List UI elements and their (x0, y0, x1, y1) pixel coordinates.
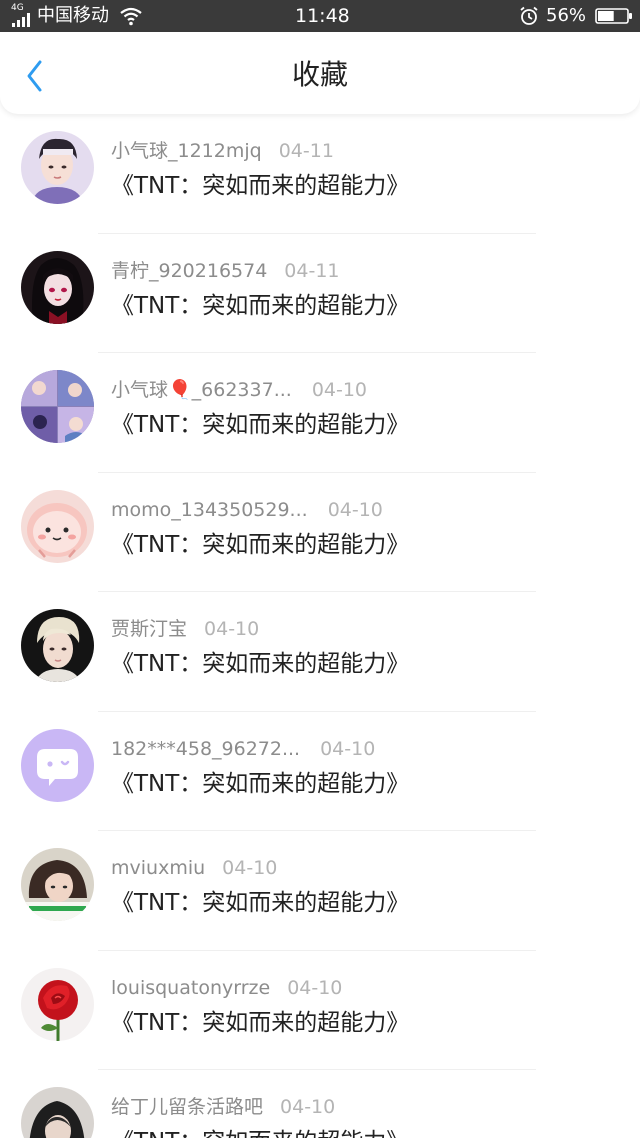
list-item[interactable]: 182***458_96272... 04-10 《TNT：突如而来的超能力》 (0, 712, 640, 831)
battery-percent: 56% (546, 5, 587, 26)
avatar[interactable] (21, 848, 94, 921)
username[interactable]: momo_134350529... (111, 497, 308, 523)
item-meta: 小气球🎈_662337... 04-10 (111, 377, 367, 403)
favorites-screen: 4G 中国移动 11:48 56% 收藏 小气球_1212mjq 04-11 《… (0, 0, 640, 1138)
alarm-icon (520, 6, 538, 25)
item-meta: 青柠_920216574 04-11 (111, 258, 340, 284)
work-title[interactable]: 《TNT：突如而来的超能力》 (111, 769, 409, 799)
wifi-icon (120, 7, 142, 26)
date: 04-11 (278, 140, 334, 162)
date: 04-10 (311, 379, 368, 401)
work-title[interactable]: 《TNT：突如而来的超能力》 (111, 1127, 409, 1138)
avatar[interactable] (21, 728, 94, 802)
username[interactable]: 小气球_1212mjq (111, 138, 262, 164)
battery-fill (598, 11, 614, 21)
item-meta: louisquatonyrrze 04-10 (111, 975, 342, 1001)
date: 04-10 (327, 498, 383, 521)
username[interactable]: mviuxmiu (111, 855, 205, 881)
item-meta: momo_134350529... 04-10 (111, 497, 383, 523)
work-title[interactable]: 《TNT：突如而来的超能力》 (111, 649, 409, 679)
work-title[interactable]: 《TNT：突如而来的超能力》 (111, 888, 409, 918)
battery-icon (595, 8, 632, 24)
username[interactable]: 182***458_96272... (111, 736, 300, 762)
avatar[interactable] (21, 1087, 94, 1138)
clock-time: 11:48 (295, 5, 350, 27)
date: 04-10 (280, 1096, 336, 1118)
work-title[interactable]: 《TNT：突如而来的超能力》 (111, 171, 409, 201)
carrier-name: 中国移动 (37, 5, 109, 26)
network-type: 4G (11, 3, 24, 13)
avatar[interactable] (21, 967, 94, 1041)
date: 04-11 (284, 259, 340, 282)
collage-photo-icon (21, 370, 94, 443)
date: 04-10 (222, 857, 278, 879)
favorites-list: 小气球_1212mjq 04-11 《TNT：突如而来的超能力》 青柠_9202… (0, 114, 640, 1138)
avatar[interactable] (21, 609, 94, 682)
date: 04-10 (320, 737, 376, 760)
page-title: 收藏 (291, 58, 348, 91)
username[interactable]: louisquatonyrrze (111, 975, 270, 1001)
work-title[interactable]: 《TNT：突如而来的超能力》 (111, 530, 409, 560)
username[interactable]: 小气球🎈_662337... (111, 377, 292, 403)
navigation-bar: 收藏 (0, 32, 640, 114)
avatar[interactable] (21, 131, 94, 204)
item-meta: 贾斯汀宝 04-10 (111, 616, 259, 642)
username[interactable]: 给丁儿留条活路吧 (111, 1094, 263, 1120)
hooded-figure-photo-icon (21, 1087, 94, 1138)
avatar[interactable] (21, 250, 94, 324)
work-title[interactable]: 《TNT：突如而来的超能力》 (111, 291, 409, 321)
list-item[interactable]: 青柠_920216574 04-11 《TNT：突如而来的超能力》 (0, 234, 640, 353)
cartoon-face-icon (21, 489, 94, 563)
item-meta: 小气球_1212mjq 04-11 (111, 138, 334, 164)
red-rose-photo-icon (21, 967, 94, 1041)
date: 04-10 (204, 618, 260, 640)
avatar[interactable] (21, 370, 94, 443)
signal-icon (12, 13, 32, 27)
work-title[interactable]: 《TNT：突如而来的超能力》 (111, 410, 409, 440)
username[interactable]: 贾斯汀宝 (111, 616, 187, 642)
list-item[interactable]: 贾斯汀宝 04-10 《TNT：突如而来的超能力》 (0, 592, 640, 712)
work-title[interactable]: 《TNT：突如而来的超能力》 (111, 1008, 409, 1038)
blond-boy-photo-icon (21, 609, 94, 682)
anime-girl-photo-icon (21, 250, 94, 324)
list-item[interactable]: mviuxmiu 04-10 《TNT：突如而来的超能力》 (0, 831, 640, 951)
list-item[interactable]: louisquatonyrrze 04-10 《TNT：突如而来的超能力》 (0, 951, 640, 1070)
list-item[interactable]: 小气球🎈_662337... 04-10 《TNT：突如而来的超能力》 (0, 353, 640, 473)
username[interactable]: 青柠_920216574 (111, 258, 267, 284)
item-meta: mviuxmiu 04-10 (111, 855, 277, 881)
date: 04-10 (287, 976, 343, 999)
list-item[interactable]: 给丁儿留条活路吧 04-10 《TNT：突如而来的超能力》 (0, 1070, 640, 1138)
avatar[interactable] (21, 489, 94, 563)
boy-idol-photo-icon (21, 131, 94, 204)
list-item[interactable]: momo_134350529... 04-10 《TNT：突如而来的超能力》 (0, 473, 640, 592)
default-chat-avatar-icon (21, 728, 94, 802)
list-item[interactable]: 小气球_1212mjq 04-11 《TNT：突如而来的超能力》 (0, 114, 640, 234)
item-meta: 182***458_96272... 04-10 (111, 736, 375, 762)
item-meta: 给丁儿留条活路吧 04-10 (111, 1094, 335, 1120)
status-bar: 4G 中国移动 11:48 56% (0, 0, 640, 32)
girl-photo-icon (21, 848, 94, 921)
